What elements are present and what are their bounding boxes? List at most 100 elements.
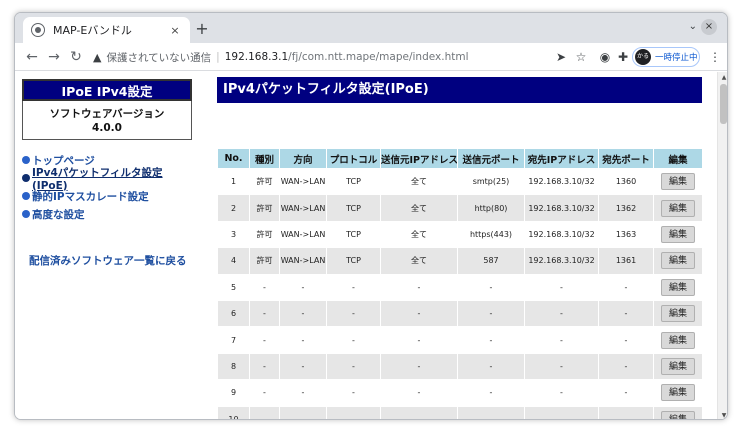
sidebar-item-label: IPv4パケットフィルタ設定(IPoE): [32, 166, 163, 192]
edit-button[interactable]: 編集: [661, 357, 695, 375]
dest-port-cell: -: [598, 273, 654, 301]
edit-button[interactable]: 編集: [661, 305, 695, 323]
rule-direction-cell: WAN->LAN: [279, 247, 327, 275]
tab-search-icon[interactable]: ⌄: [689, 21, 697, 32]
filter-rules-table: No. 種別 方向 プロトコル 送信元IPアドレス 送信元ポート 宛先IPアドレ…: [217, 148, 703, 419]
rule-direction-cell: WAN->LAN: [279, 220, 327, 249]
rule-direction-cell: -: [279, 299, 327, 328]
rule-type-cell: 許可: [249, 220, 280, 249]
reload-icon[interactable]: ↻: [67, 48, 85, 66]
dest-port-cell: -: [598, 352, 654, 381]
browser-tab[interactable]: MAP-Eバンドル ×: [23, 17, 190, 43]
extension-icon[interactable]: ◉: [597, 49, 613, 65]
source-port-cell: -: [457, 299, 525, 328]
rule-type-cell: -: [249, 299, 280, 328]
rule-number-cell: 4: [217, 247, 250, 275]
forward-arrow-icon[interactable]: →: [45, 48, 63, 66]
rule-direction-cell: WAN->LAN: [279, 194, 327, 222]
tab-close-icon[interactable]: ×: [168, 24, 182, 37]
column-header: 宛先ポート: [598, 148, 654, 169]
source-port-cell: http(80): [457, 194, 525, 222]
sidebar: IPoE IPv4設定 ソフトウェアバージョン 4.0.0 トップページ IPv…: [22, 79, 192, 268]
version-label: ソフトウェアバージョン: [49, 108, 165, 120]
rule-direction-cell: WAN->LAN: [279, 167, 327, 196]
rule-protocol-cell: TCP: [326, 167, 381, 196]
rule-protocol-cell: -: [326, 352, 381, 381]
column-header: 送信元ポート: [457, 148, 525, 169]
back-arrow-icon[interactable]: ←: [23, 48, 41, 66]
rule-number-cell: 5: [217, 273, 250, 301]
dest-ip-cell: 192.168.3.10/32: [524, 167, 599, 196]
scroll-thumb[interactable]: [720, 84, 727, 124]
bullet-icon: [22, 210, 30, 218]
new-tab-button[interactable]: +: [192, 19, 212, 39]
column-header: 宛先IPアドレス: [524, 148, 599, 169]
warning-icon[interactable]: ▲: [93, 51, 101, 64]
rule-direction-cell: -: [279, 405, 327, 419]
puzzle-icon[interactable]: ✚: [615, 49, 631, 65]
rule-number-cell: 1: [217, 167, 250, 196]
source-ip-cell: -: [380, 299, 458, 328]
main-content: IPv4パケットフィルタ設定(IPoE): [217, 77, 702, 103]
software-version-box: ソフトウェアバージョン 4.0.0: [22, 101, 192, 140]
edit-button[interactable]: 編集: [661, 252, 695, 270]
rule-direction-cell: -: [279, 352, 327, 381]
source-ip-cell: 全て: [380, 220, 458, 249]
dest-port-cell: -: [598, 326, 654, 354]
edit-button[interactable]: 編集: [661, 225, 695, 243]
source-port-cell: smtp(25): [457, 167, 525, 196]
window-close-button[interactable]: ×: [701, 19, 717, 35]
star-icon[interactable]: ☆: [573, 49, 589, 65]
bullet-icon: [22, 156, 30, 164]
column-header: No.: [217, 148, 250, 169]
send-icon[interactable]: ➤: [553, 49, 569, 65]
vertical-scrollbar[interactable]: ▲ ▼: [717, 72, 727, 419]
rule-type-cell: -: [249, 405, 280, 419]
source-ip-cell: -: [380, 273, 458, 301]
edit-cell: 編集: [653, 299, 703, 328]
rule-number-cell: 7: [217, 326, 250, 354]
table-row: 1 許可 WAN->LAN TCP 全て smtp(25) 192.168.3.10/32 1…: [217, 167, 703, 196]
sidebar-item-packet-filter[interactable]: IPv4パケットフィルタ設定(IPoE): [22, 167, 192, 192]
dest-ip-cell: -: [524, 379, 599, 407]
table-row: 6- - - - - - - 編集: [217, 299, 703, 328]
table-row: 8- - - - - - - 編集: [217, 352, 703, 381]
rule-type-cell: -: [249, 352, 280, 381]
dest-port-cell: -: [598, 299, 654, 328]
dest-ip-cell: -: [524, 352, 599, 381]
address-bar[interactable]: ▲ 保護されていない通信 | 192.168.3.1 /fj/com.ntt.m…: [93, 46, 593, 68]
sync-paused-label: 一時停止中: [655, 53, 698, 63]
scroll-down-icon[interactable]: ▼: [720, 412, 727, 419]
back-to-software-list-link[interactable]: 配信済みソフトウェア一覧に戻る: [22, 253, 192, 268]
edit-cell: 編集: [653, 273, 703, 301]
dest-port-cell: 1360: [598, 167, 654, 196]
table-row: 10- - - - - - - 編集: [217, 405, 703, 419]
edit-button[interactable]: 編集: [661, 278, 695, 296]
source-ip-cell: -: [380, 352, 458, 381]
dest-ip-cell: 192.168.3.10/32: [524, 194, 599, 222]
omnibox-divider: |: [216, 51, 220, 63]
sidebar-item-advanced[interactable]: 高度な設定: [22, 205, 192, 223]
edit-button[interactable]: 編集: [661, 384, 695, 402]
profile-button[interactable]: かる 一時停止中: [632, 47, 700, 67]
edit-button[interactable]: 編集: [661, 173, 695, 191]
rule-protocol-cell: -: [326, 299, 381, 328]
source-ip-cell: -: [380, 379, 458, 407]
dest-ip-cell: -: [524, 405, 599, 419]
source-port-cell: -: [457, 379, 525, 407]
dest-ip-cell: -: [524, 273, 599, 301]
source-ip-cell: -: [380, 326, 458, 354]
scroll-up-icon[interactable]: ▲: [720, 74, 727, 81]
rule-number-cell: 3: [217, 220, 250, 249]
dest-ip-cell: 192.168.3.10/32: [524, 247, 599, 275]
edit-button[interactable]: 編集: [661, 199, 695, 217]
edit-button[interactable]: 編集: [661, 331, 695, 349]
menu-kebab-icon[interactable]: ⋮: [707, 49, 723, 65]
source-port-cell: -: [457, 352, 525, 381]
rule-type-cell: -: [249, 273, 280, 301]
rule-type-cell: 許可: [249, 194, 280, 222]
dest-ip-cell: 192.168.3.10/32: [524, 220, 599, 249]
edit-button[interactable]: 編集: [661, 410, 695, 419]
dest-port-cell: -: [598, 379, 654, 407]
source-port-cell: -: [457, 405, 525, 419]
